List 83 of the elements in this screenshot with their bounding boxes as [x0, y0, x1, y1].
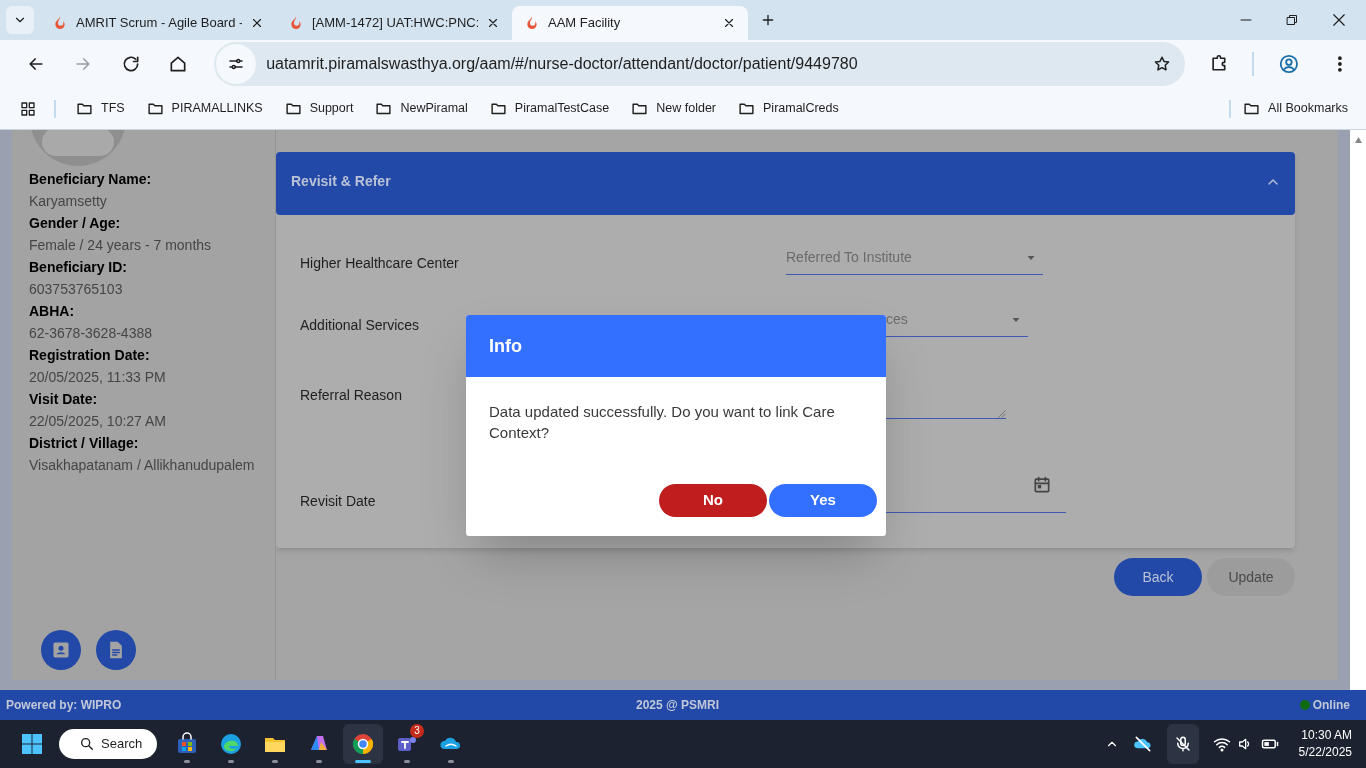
bookmark[interactable]: PiramalCreds [730, 99, 847, 118]
scrollbar[interactable] [1350, 130, 1366, 690]
detail-label: Visit Date: [29, 390, 99, 409]
search-icon [79, 736, 95, 752]
tab-title: AMRIT Scrum - Agile Board - [76, 14, 242, 33]
dialog-button[interactable]: No [659, 484, 767, 517]
url-text: uatamrit.piramalswasthya.org/aam/#/nurse-doctor/attendant/doctor/patient/9449780 [266, 54, 858, 74]
scroll-up-icon [1353, 136, 1363, 143]
flame-icon [52, 15, 68, 31]
detail-value: 20/05/2025, 11:33 PM [29, 368, 167, 387]
close-icon[interactable] [250, 16, 264, 30]
flame-icon [288, 15, 304, 31]
close-icon[interactable] [1332, 13, 1346, 27]
store-icon [175, 732, 199, 756]
clock-time: 10:30 AM [1301, 727, 1352, 744]
detail-value: Female / 24 years - 7 months [29, 236, 213, 255]
footer-copyright: 2025 @ PSMRI [636, 697, 720, 714]
field-label: Referral Reason [300, 386, 403, 405]
dialog-message: Data updated successfully. Do you want to link Care Context? [488, 402, 836, 443]
detail-label: District / Village: [29, 434, 140, 453]
action-button[interactable]: Back [1114, 558, 1202, 596]
clock[interactable]: 10:30 AM 5/22/2025 [1298, 727, 1352, 761]
footer-credit: Powered by: WIPRO [6, 697, 122, 714]
taskbar-app[interactable] [343, 724, 383, 764]
status-text: Online [1312, 697, 1350, 714]
document-button[interactable] [96, 630, 136, 670]
taskbar-app[interactable]: 3 [387, 724, 427, 764]
detail-value: Visakhapatanam / Allikhanudupalem [29, 456, 256, 475]
clock-date: 5/22/2025 [1298, 744, 1352, 761]
section-title: Revisit & Refer [291, 172, 391, 191]
detail-label: Beneficiary Name: [29, 170, 153, 189]
mic-button[interactable] [1166, 724, 1199, 764]
restore-icon[interactable] [1286, 14, 1298, 26]
bookmark[interactable]: New folder [623, 99, 725, 118]
reload-icon[interactable] [120, 54, 141, 74]
site-info-button[interactable] [216, 44, 257, 84]
browser-wave-icon [219, 732, 243, 756]
wifi-icon[interactable] [1212, 735, 1231, 753]
calendar-icon [1032, 475, 1052, 495]
address-bar[interactable]: uatamrit.piramalswasthya.org/aam/#/nurse-doctor/attendant/doctor/patient/9449780 [214, 42, 1185, 86]
bookmark[interactable]: Support [276, 99, 362, 118]
profile-icon[interactable] [1278, 53, 1301, 75]
all-bookmarks[interactable]: All Bookmarks [1243, 99, 1348, 118]
browser-tab[interactable]: [AMM-1472] UAT:HWC:PNC: [276, 6, 512, 40]
detail-label: Beneficiary ID: [29, 258, 129, 277]
flame-icon [524, 15, 540, 31]
notification-badge: 3 [410, 724, 424, 738]
detail-label: Gender / Age: [29, 214, 122, 233]
close-icon[interactable] [722, 16, 736, 30]
apps-grid-icon[interactable] [20, 100, 36, 117]
detail-value: 62-3678-3628-4388 [29, 324, 153, 343]
dialog-button[interactable]: Yes [769, 484, 877, 517]
mic-off-icon [1173, 735, 1192, 753]
bookmark[interactable]: TFS [68, 99, 133, 118]
field-label: Additional Services [300, 316, 421, 335]
browser-tab[interactable]: AAM Facility [512, 6, 748, 40]
cloud-off-icon[interactable] [1132, 734, 1153, 754]
bookmark[interactable]: NewPiramal [367, 99, 476, 118]
bookmark[interactable]: PIRAMALLINKS [138, 99, 271, 118]
tab-title: [AMM-1472] UAT:HWC:PNC: [312, 14, 478, 33]
close-icon[interactable] [486, 16, 500, 30]
profile-button[interactable] [41, 630, 81, 670]
star-icon[interactable] [1152, 55, 1171, 73]
dialog-title: Info [489, 334, 522, 358]
home-icon[interactable] [168, 54, 189, 74]
windows-logo-icon[interactable] [20, 732, 44, 756]
detail-value: Karyamsetty [29, 192, 108, 211]
contact-card-icon [51, 640, 71, 660]
detail-label: ABHA: [29, 302, 76, 321]
detail-value: 22/05/2025, 10:27 AM [29, 412, 167, 431]
detail-label: Registration Date: [29, 346, 151, 365]
browser-tab[interactable]: AMRIT Scrum - Agile Board - [40, 6, 276, 40]
taskbar-search[interactable]: Search [59, 729, 157, 759]
detail-value: 603753765103 [29, 280, 124, 299]
plus-icon[interactable] [760, 12, 776, 28]
bookmark[interactable]: PiramalTestCase [481, 99, 618, 118]
action-button: Update [1207, 558, 1295, 596]
chrome-icon [351, 732, 375, 756]
field-label: Revisit Date [300, 492, 377, 511]
section-header[interactable]: Revisit & Refer [276, 152, 1295, 215]
tab-title: AAM Facility [548, 14, 622, 33]
resize-grip-icon [998, 410, 1006, 418]
field-label: Higher Healthcare Center [300, 254, 460, 273]
